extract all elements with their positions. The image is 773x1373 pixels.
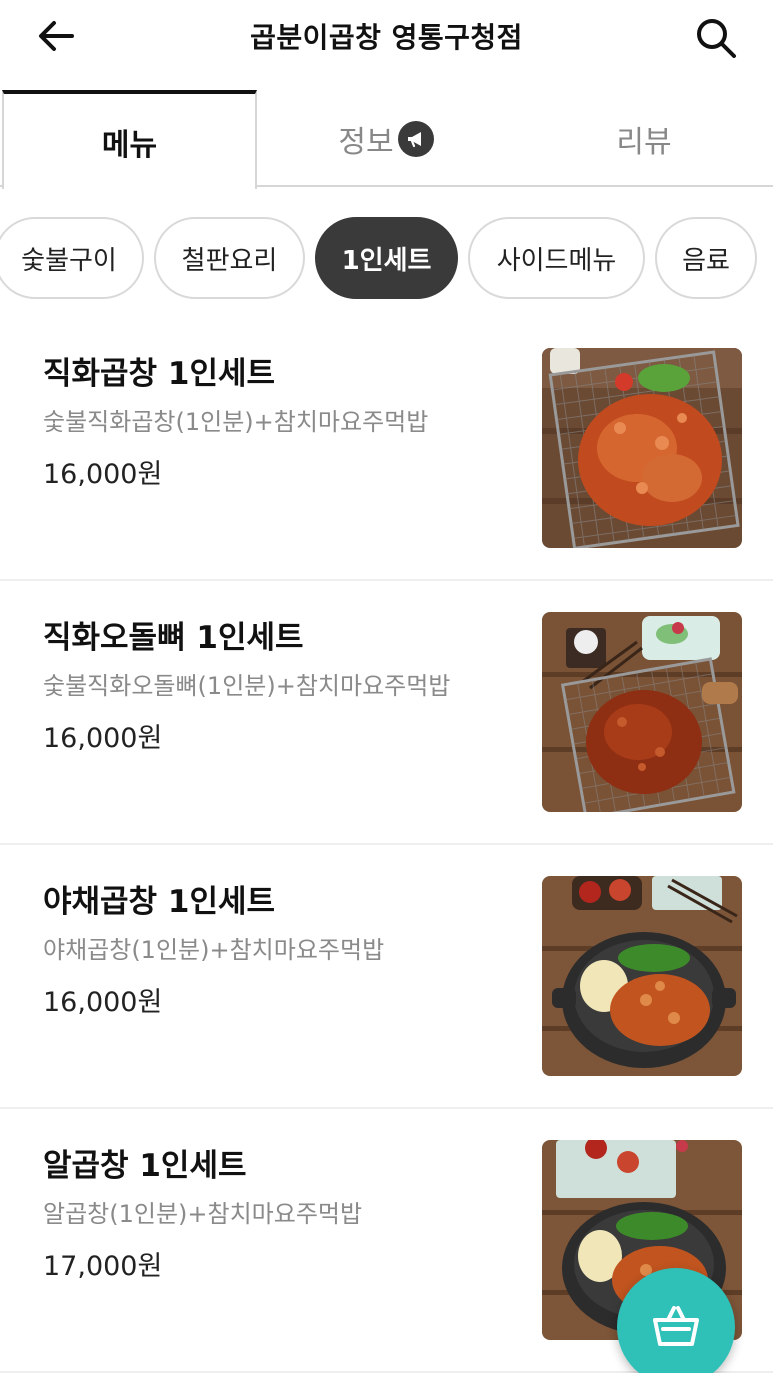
category-chip-side-menu[interactable]: 사이드메뉴 <box>468 217 645 299</box>
tab-info[interactable]: 정보 <box>257 90 515 187</box>
menu-item-name: 직화오돌뼈 1인세트 <box>43 620 304 656</box>
menu-item-description: 숯불직화곱창(1인분)+참치마요주먹밥 <box>43 408 429 436</box>
tab-review-label: 리뷰 <box>616 124 672 160</box>
basket-icon <box>653 1306 699 1346</box>
category-chip-iron-plate[interactable]: 철판요리 <box>154 217 305 299</box>
menu-item[interactable]: 직화곱창 1인세트 숯불직화곱창(1인분)+참치마요주먹밥 16,000원 <box>0 318 773 581</box>
menu-item[interactable]: 야채곱창 1인세트 야채곱창(1인분)+참치마요주먹밥 16,000원 <box>0 846 773 1109</box>
tab-menu-label: 메뉴 <box>101 127 158 163</box>
category-chip-single-set[interactable]: 1인세트 <box>315 217 458 299</box>
menu-item-photo <box>542 876 742 1076</box>
menu-item-photo <box>542 348 742 548</box>
menu-item-name: 야채곱창 1인세트 <box>43 884 276 920</box>
menu-item-description: 숯불직화오돌뼈(1인분)+참치마요주먹밥 <box>43 672 451 700</box>
search-icon <box>697 19 736 58</box>
category-chip-charcoal-grill[interactable]: 숯불구이 <box>0 217 144 299</box>
tab-info-label: 정보 <box>338 124 394 160</box>
store-title: 곱분이곱창 영통구청점 <box>250 21 523 54</box>
search-button[interactable] <box>692 14 740 62</box>
menu-item[interactable]: 직화오돌뼈 1인세트 숯불직화오돌뼈(1인분)+참치마요주먹밥 16,000원 <box>0 582 773 845</box>
menu-item-name: 알곱창 1인세트 <box>43 1148 247 1184</box>
megaphone-icon <box>397 120 434 157</box>
tab-menu[interactable]: 메뉴 <box>2 90 257 189</box>
top-app-bar: 곱분이곱창 영통구청점 <box>0 0 773 72</box>
tab-review[interactable]: 리뷰 <box>515 90 773 187</box>
store-tabs: 메뉴 정보 리뷰 <box>0 90 773 189</box>
menu-item-price: 16,000원 <box>43 459 163 490</box>
category-chip-drinks[interactable]: 음료 <box>655 217 757 299</box>
menu-item-name: 직화곱창 1인세트 <box>43 356 276 392</box>
menu-item-price: 16,000원 <box>43 987 163 1018</box>
menu-item-photo <box>542 612 742 812</box>
menu-item-price: 17,000원 <box>43 1251 163 1282</box>
menu-item-price: 16,000원 <box>43 723 163 754</box>
menu-item-description: 야채곱창(1인분)+참치마요주먹밥 <box>43 936 385 964</box>
menu-item-description: 알곱창(1인분)+참치마요주먹밥 <box>43 1200 363 1228</box>
category-chip-bar: 숯불구이 철판요리 1인세트 사이드메뉴 음료 <box>0 217 773 299</box>
